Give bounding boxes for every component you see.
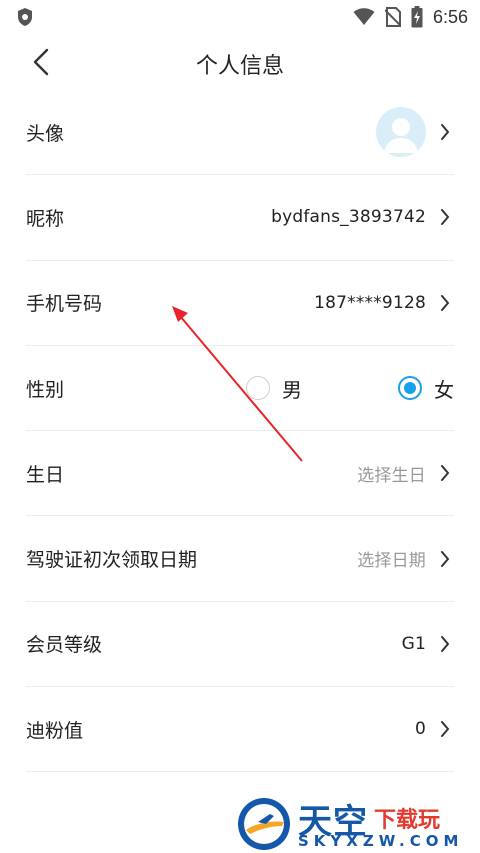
row-nickname[interactable]: 昵称 bydfans_3893742 [26, 175, 454, 261]
clock: 6:56 [432, 6, 468, 27]
female-radio[interactable] [398, 376, 422, 401]
member-value: G1 [401, 633, 426, 654]
user-icon [384, 118, 418, 154]
wifi-icon [353, 8, 375, 25]
member-label: 会员等级 [26, 634, 103, 657]
watermark: 天空 下载玩 SKYXZW.COM [236, 794, 476, 852]
chevron-right-icon [436, 719, 454, 739]
male-label: 男 [282, 377, 302, 402]
row-avatar[interactable]: 头像 [26, 90, 454, 176]
birthday-label: 生日 [26, 463, 65, 486]
chevron-right-icon [436, 207, 454, 227]
nickname-label: 昵称 [26, 207, 65, 230]
row-birthday[interactable]: 生日 选择生日 [26, 431, 454, 517]
gender-label: 性别 [26, 378, 65, 401]
birthday-value: 选择生日 [357, 465, 426, 486]
chevron-right-icon [436, 122, 454, 142]
phone-value: 187****9128 [314, 292, 426, 313]
profile-list: 头像 昵称 bydfans_3893742 手机号码 187****9128 性… [0, 90, 480, 773]
license-label: 驾驶证初次领取日期 [26, 549, 198, 572]
watermark-site: SKYXZW.COM [298, 832, 464, 850]
row-gender: 性别 男 女 [26, 346, 454, 432]
phone-label: 手机号码 [26, 293, 103, 316]
chevron-right-icon [436, 549, 454, 569]
avatar[interactable] [376, 107, 426, 158]
row-phone[interactable]: 手机号码 187****9128 [26, 261, 454, 346]
points-label: 迪粉值 [26, 719, 84, 742]
row-member-level[interactable]: 会员等级 G1 [26, 602, 454, 688]
points-value: 0 [414, 719, 426, 740]
chevron-right-icon [436, 293, 454, 313]
shield-icon [18, 8, 32, 26]
no-sim-icon [384, 7, 401, 27]
battery-charging-icon [411, 6, 423, 28]
row-license-date[interactable]: 驾驶证初次领取日期 选择日期 [26, 516, 454, 602]
license-value: 选择日期 [357, 551, 426, 572]
row-points[interactable]: 迪粉值 0 [26, 687, 454, 773]
status-bar: 6:56 [0, 0, 480, 34]
watermark-sub: 下载玩 [374, 808, 441, 833]
page-title: 个人信息 [195, 54, 284, 79]
female-label: 女 [434, 377, 454, 402]
avatar-label: 头像 [26, 122, 65, 145]
chevron-right-icon [436, 634, 454, 654]
airplane-logo-icon [238, 798, 290, 850]
chevron-right-icon [436, 463, 454, 483]
header: 个人信息 [0, 34, 480, 90]
gender-option-female[interactable]: 女 [398, 374, 454, 403]
gender-option-male[interactable]: 男 [246, 374, 302, 403]
nickname-value: bydfans_3893742 [271, 207, 426, 228]
gender-selector: 男 女 [246, 374, 454, 403]
male-radio[interactable] [246, 376, 270, 401]
